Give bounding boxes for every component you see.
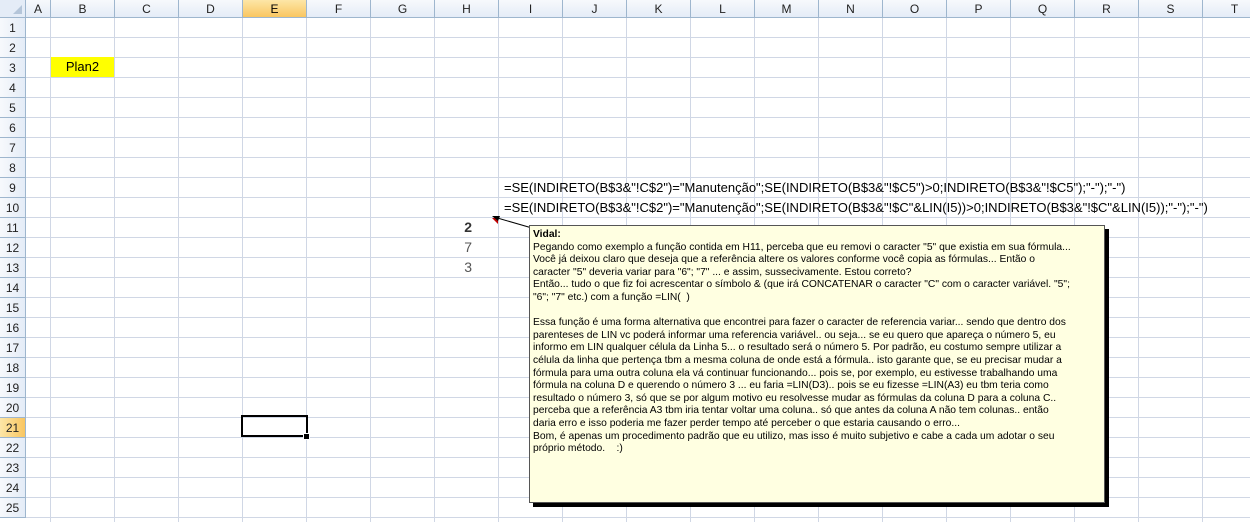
row-header-16[interactable]: 16 xyxy=(0,318,26,338)
cell-I9-formula[interactable]: =SE(INDIRETO(B$3&"!C$2")="Manutenção";SE… xyxy=(504,178,1125,198)
comment-line: daria erro e isso poderia me fazer perde… xyxy=(533,417,960,429)
column-header-E[interactable]: E xyxy=(243,0,307,18)
gridline-vertical xyxy=(498,18,499,522)
comment-line xyxy=(533,305,1101,318)
gridline-horizontal xyxy=(26,137,1250,138)
comment-line: célula da linha que pertença tbm a mesma… xyxy=(533,354,1062,366)
comment-line: fórmula na coluna D e querendo o número … xyxy=(533,380,1049,392)
row-header-5[interactable]: 5 xyxy=(0,98,26,118)
gridline-horizontal xyxy=(26,97,1250,98)
cell-H11[interactable]: 2 xyxy=(412,217,472,237)
row-header-20[interactable]: 20 xyxy=(0,398,26,418)
column-header-M[interactable]: M xyxy=(755,0,819,18)
gridline-vertical xyxy=(1138,18,1139,522)
gridline-vertical xyxy=(306,18,307,522)
column-header-N[interactable]: N xyxy=(819,0,883,18)
column-header-G[interactable]: G xyxy=(371,0,435,18)
cell-B3[interactable]: Plan2 xyxy=(51,57,114,77)
active-cell-E21[interactable] xyxy=(241,415,308,437)
row-header-1[interactable]: 1 xyxy=(0,18,26,38)
column-header-A[interactable]: A xyxy=(26,0,51,18)
column-header-H[interactable]: H xyxy=(435,0,499,18)
row-header-19[interactable]: 19 xyxy=(0,378,26,398)
comment-line: informo em LIN qualquer célula da Linha … xyxy=(533,342,1062,354)
row-header-23[interactable]: 23 xyxy=(0,458,26,478)
row-header-21[interactable]: 21 xyxy=(0,418,26,438)
row-header-24[interactable]: 24 xyxy=(0,478,26,498)
row-header-4[interactable]: 4 xyxy=(0,78,26,98)
row-header-17[interactable]: 17 xyxy=(0,338,26,358)
column-header-C[interactable]: C xyxy=(115,0,179,18)
comment-line: Bom, é apenas um procedimento padrão que… xyxy=(533,430,1055,442)
gridline-horizontal xyxy=(26,57,1250,58)
gridline-vertical xyxy=(114,18,115,522)
column-header-Q[interactable]: Q xyxy=(1011,0,1075,18)
row-header-14[interactable]: 14 xyxy=(0,278,26,298)
column-header-L[interactable]: L xyxy=(691,0,755,18)
column-header-B[interactable]: B xyxy=(51,0,115,18)
comment-line: Você já deixou claro que deseja que a re… xyxy=(533,254,1035,266)
column-header-S[interactable]: S xyxy=(1139,0,1203,18)
gridline-vertical xyxy=(1202,18,1203,522)
column-header-P[interactable]: P xyxy=(947,0,1011,18)
comment-author: Vidal: xyxy=(533,229,561,240)
cell-H13[interactable]: 3 xyxy=(412,257,472,277)
comment-line: resultado o número 3, só que se por algu… xyxy=(533,392,1057,404)
comment-line: "6"; "7" etc.) com a função =LIN( ) xyxy=(533,291,690,303)
comment-line: próprio método. :) xyxy=(533,443,623,455)
gridline-horizontal xyxy=(26,157,1250,158)
row-header-22[interactable]: 22 xyxy=(0,438,26,458)
comment-line: Pegando como exemplo a função contida em… xyxy=(533,241,1071,253)
column-header-J[interactable]: J xyxy=(563,0,627,18)
row-header-12[interactable]: 12 xyxy=(0,238,26,258)
column-header-R[interactable]: R xyxy=(1075,0,1139,18)
gridline-vertical xyxy=(370,18,371,522)
gridline-horizontal xyxy=(26,117,1250,118)
gridline-horizontal xyxy=(26,77,1250,78)
row-header-18[interactable]: 18 xyxy=(0,358,26,378)
comment-body: Pegando como exemplo a função contida em… xyxy=(533,242,1101,456)
spreadsheet-grid[interactable]: 25 24 23 22 21 20 19 18 17 16 15 14 13 12 11 10 9 8 7 6 5 4 3 2… xyxy=(0,0,1250,522)
row-header-9[interactable]: 9 xyxy=(0,178,26,198)
row-header-8[interactable]: 8 xyxy=(0,158,26,178)
gridline-vertical xyxy=(178,18,179,522)
cell-comment-box[interactable]: Vidal: Pegando como exemplo a função con… xyxy=(529,225,1105,503)
comment-line: caracter "5" deveria variar para "6"; "7… xyxy=(533,266,912,278)
cell-H12[interactable]: 7 xyxy=(412,237,472,257)
column-header-D[interactable]: D xyxy=(179,0,243,18)
column-header-K[interactable]: K xyxy=(627,0,691,18)
row-header-10[interactable]: 10 xyxy=(0,198,26,218)
column-header-F[interactable]: F xyxy=(307,0,371,18)
row-header-15[interactable]: 15 xyxy=(0,298,26,318)
gridline-horizontal xyxy=(26,37,1250,38)
column-header-I[interactable]: I xyxy=(499,0,563,18)
row-header-3[interactable]: 3 xyxy=(0,58,26,78)
fill-handle[interactable] xyxy=(303,433,310,440)
comment-line: Essa função é uma forma alternativa que … xyxy=(533,317,1066,329)
row-header-7[interactable]: 7 xyxy=(0,138,26,158)
cell-I10-formula[interactable]: =SE(INDIRETO(B$3&"!C$2")="Manutenção";SE… xyxy=(504,198,1208,218)
comment-line: perceba que a referência A3 tbm iria ten… xyxy=(533,405,1049,417)
row-header-13[interactable]: 13 xyxy=(0,258,26,278)
comment-line: Então... tudo o que fiz foi acrescentar … xyxy=(533,279,1070,291)
row-header-2[interactable]: 2 xyxy=(0,38,26,58)
gridline-vertical xyxy=(50,18,51,522)
row-header-25[interactable]: 25 xyxy=(0,498,26,518)
row-header-6[interactable]: 6 xyxy=(0,118,26,138)
comment-line: parenteses de LIN vc poderá informar uma… xyxy=(533,329,1056,341)
gridline-horizontal xyxy=(26,517,1250,518)
comment-line: fórmula para uma outra coluna ela vá con… xyxy=(533,367,1058,379)
row-header-11[interactable]: 11 xyxy=(0,218,26,238)
select-all-corner[interactable] xyxy=(0,0,26,18)
column-header-O[interactable]: O xyxy=(883,0,947,18)
column-header-T[interactable]: T xyxy=(1203,0,1250,18)
gridline-vertical xyxy=(242,18,243,522)
